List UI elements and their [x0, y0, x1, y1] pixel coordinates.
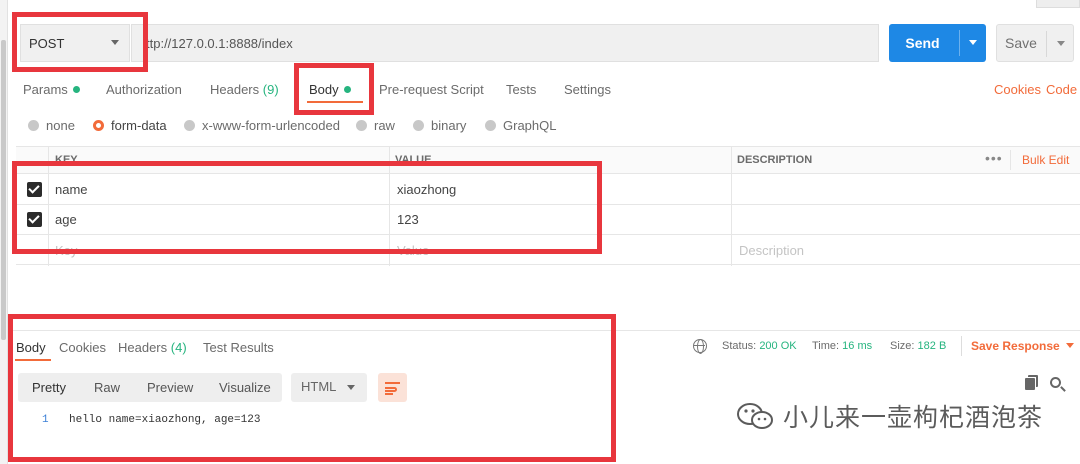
size-value: 182 B: [917, 340, 947, 352]
time-value: 16 ms: [842, 340, 873, 352]
annotation-box-body-tab: [294, 63, 374, 115]
tab-authorization[interactable]: Authorization: [106, 82, 182, 97]
tab-params[interactable]: Params: [23, 82, 80, 97]
radio-x-www-form-urlencoded[interactable]: x-www-form-urlencoded: [184, 118, 340, 133]
status-value: 200 OK: [759, 340, 797, 352]
tab-label: Settings: [564, 82, 611, 97]
radio-icon: [184, 120, 195, 131]
tab-label: Params: [23, 82, 68, 97]
radio-label: x-www-form-urlencoded: [202, 118, 340, 133]
send-label: Send: [905, 35, 940, 51]
radio-icon: [28, 120, 39, 131]
radio-label: binary: [431, 118, 467, 133]
radio-label: form-data: [111, 118, 167, 133]
save-options-icon[interactable]: [1057, 41, 1065, 46]
radio-none[interactable]: none: [28, 118, 75, 133]
tab-settings[interactable]: Settings: [564, 82, 611, 97]
wechat-logo-icon: [737, 403, 773, 429]
status-separator: [961, 336, 962, 356]
annotation-box-response: [8, 314, 616, 462]
save-response-label: Save Response: [971, 339, 1060, 353]
radio-raw[interactable]: raw: [356, 118, 395, 133]
url-text: ttp://127.0.0.1:8888/index: [146, 35, 293, 51]
save-divider: [1046, 31, 1047, 57]
url-input[interactable]: ttp://127.0.0.1:8888/index: [131, 24, 879, 62]
watermark-text: 小儿来一壶枸杞酒泡茶: [783, 403, 1044, 432]
headers-count: (9): [262, 82, 279, 97]
size-label: Size:: [890, 340, 915, 352]
radio-label: none: [46, 118, 75, 133]
tab-label: Pre-request Script: [379, 82, 484, 97]
left-scroll-strip: [0, 0, 8, 464]
tab-headers[interactable]: Headers (9): [210, 82, 279, 97]
bulk-edit-link[interactable]: Bulk Edit: [1022, 153, 1069, 167]
send-button[interactable]: Send: [889, 24, 986, 62]
search-icon[interactable]: [1050, 377, 1061, 388]
radio-label: raw: [374, 118, 395, 133]
time-readout: Time: 16 ms: [812, 340, 872, 352]
radio-icon: [413, 120, 424, 131]
column-divider: [1010, 150, 1011, 170]
annotation-box-method: [12, 12, 148, 72]
save-label: Save: [1005, 35, 1037, 51]
status-label: Status:: [722, 340, 757, 352]
more-options-icon[interactable]: •••: [985, 150, 1003, 166]
copy-icon[interactable]: [1025, 378, 1035, 390]
code-link[interactable]: Code: [1046, 82, 1077, 97]
description-placeholder[interactable]: Description: [739, 243, 804, 258]
radio-icon: [485, 120, 496, 131]
globe-icon[interactable]: [693, 339, 707, 354]
radio-selected-icon: [93, 120, 104, 131]
size-readout: Size: 182 B: [890, 340, 946, 352]
scrollbar-thumb[interactable]: [1, 40, 6, 340]
radio-form-data[interactable]: form-data: [93, 118, 167, 133]
window-control-box: [1036, 0, 1080, 8]
tab-label: Headers: [210, 82, 260, 97]
radio-graphql[interactable]: GraphQL: [485, 118, 556, 133]
column-description: DESCRIPTION: [737, 154, 813, 166]
send-divider: [959, 30, 960, 56]
radio-binary[interactable]: binary: [413, 118, 466, 133]
tab-label: Authorization: [106, 82, 182, 97]
watermark: 小儿来一壶枸杞酒泡茶: [735, 398, 1043, 434]
params-indicator-dot: [72, 86, 80, 93]
radio-label: GraphQL: [503, 118, 557, 133]
save-button[interactable]: Save: [996, 24, 1074, 62]
cookies-link[interactable]: Cookies: [994, 82, 1041, 97]
tab-pre-request-script[interactable]: Pre-request Script: [379, 82, 484, 97]
chevron-down-icon: [1065, 343, 1074, 348]
annotation-box-params: [12, 161, 602, 254]
time-label: Time:: [812, 340, 840, 352]
send-options-icon[interactable]: [969, 40, 977, 45]
tab-tests[interactable]: Tests: [506, 82, 536, 97]
radio-icon: [356, 120, 367, 131]
status-readout: Status: 200 OK: [722, 340, 797, 352]
tab-label: Tests: [506, 82, 537, 97]
save-response-button[interactable]: Save Response: [971, 339, 1074, 353]
